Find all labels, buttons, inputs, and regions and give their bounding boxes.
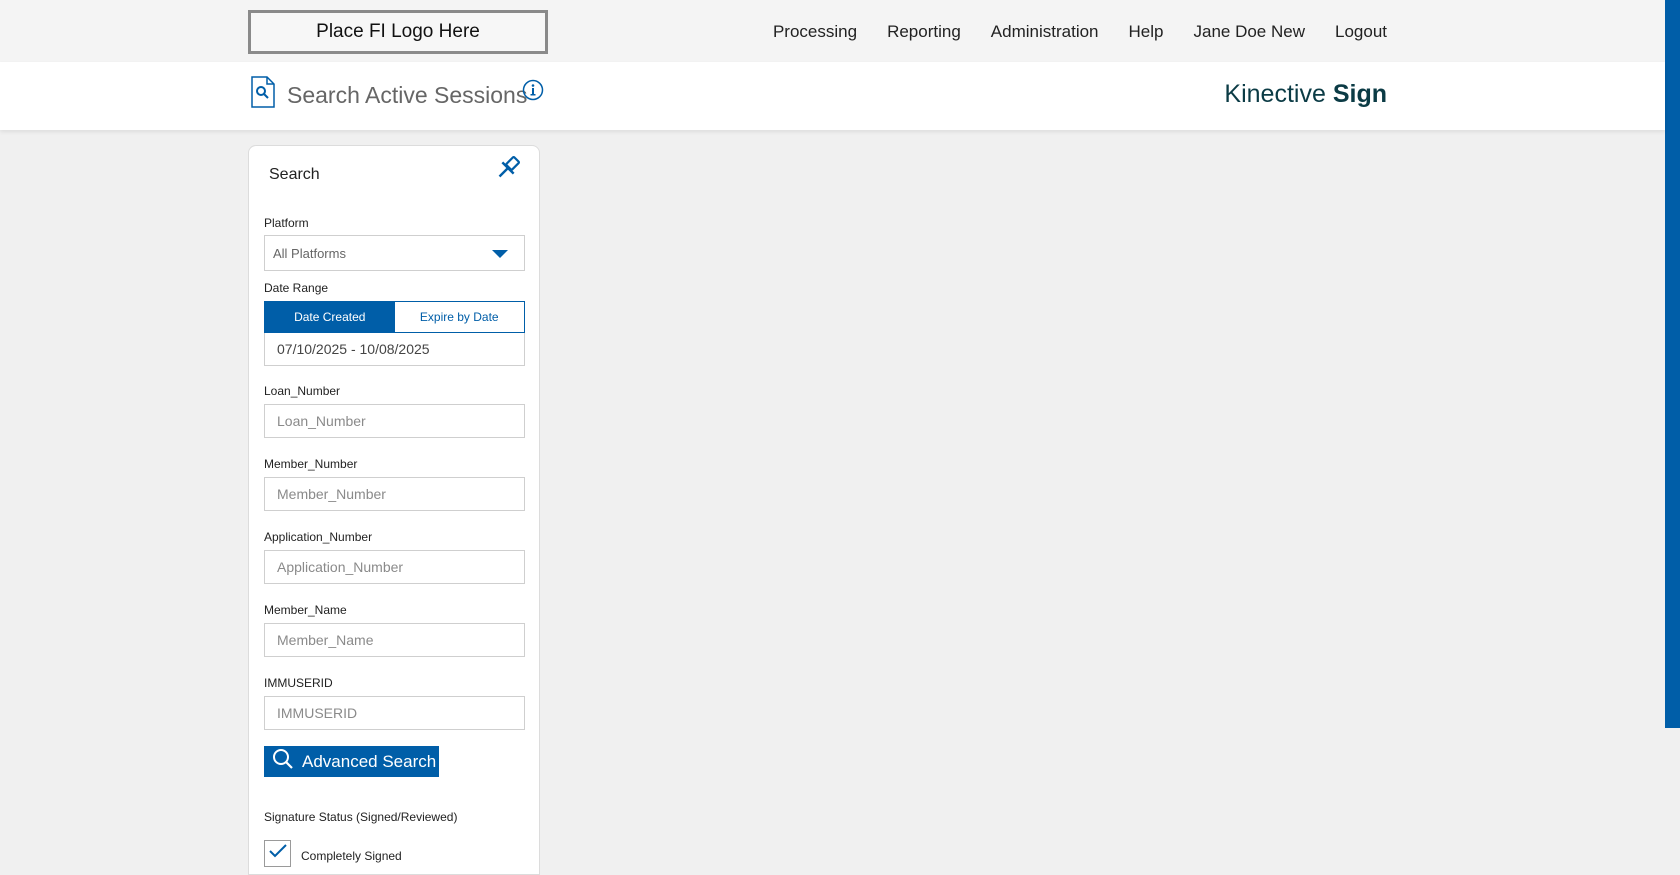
loan-number-input[interactable] (264, 404, 525, 438)
member-number-label: Member_Number (264, 457, 358, 471)
top-bar: Place FI Logo Here Processing Reporting … (0, 0, 1665, 62)
member-name-input[interactable] (264, 623, 525, 657)
page-title: Search Active Sessions (287, 82, 528, 108)
search-panel-title: Search (269, 166, 320, 183)
application-number-label: Application_Number (264, 530, 373, 544)
nav-administration[interactable]: Administration (991, 22, 1099, 42)
platform-select-value: All Platforms (273, 246, 346, 261)
pin-icon[interactable] (493, 153, 523, 188)
checkmark-icon (268, 844, 287, 863)
platform-label: Platform (264, 216, 309, 230)
search-icon (272, 748, 294, 775)
immuserid-input[interactable] (264, 696, 525, 730)
chevron-down-icon (492, 250, 508, 258)
advanced-search-label: Advanced Search (302, 751, 437, 771)
date-created-button[interactable]: Date Created (265, 302, 395, 332)
brand-name-light: Kinective (1224, 80, 1326, 108)
member-number-input[interactable] (264, 477, 525, 511)
info-icon[interactable] (522, 79, 544, 106)
platform-select[interactable]: All Platforms (264, 235, 525, 271)
date-type-toggle: Date Created Expire by Date (264, 301, 525, 333)
search-panel: Search Platform All Platforms Date Range… (248, 145, 540, 875)
nav-processing[interactable]: Processing (773, 22, 857, 42)
page-header: Search Active Sessions Kinective Sign (0, 62, 1665, 130)
expire-by-date-button[interactable]: Expire by Date (394, 302, 524, 332)
nav-help[interactable]: Help (1129, 22, 1164, 42)
date-range-input[interactable]: 07/10/2025 - 10/08/2025 (264, 333, 525, 366)
completely-signed-label: Completely Signed (301, 849, 402, 863)
signature-status-label: Signature Status (Signed/Reviewed) (264, 810, 458, 824)
member-name-label: Member_Name (264, 603, 347, 617)
document-search-icon (250, 76, 276, 113)
loan-number-label: Loan_Number (264, 384, 341, 398)
immuserid-label: IMMUSERID (264, 676, 333, 690)
application-number-input[interactable] (264, 550, 525, 584)
fi-logo-placeholder[interactable]: Place FI Logo Here (248, 10, 548, 54)
nav-reporting[interactable]: Reporting (887, 22, 961, 42)
main-nav: Processing Reporting Administration Help… (773, 22, 1387, 42)
date-range-label: Date Range (264, 281, 329, 295)
nav-user-menu[interactable]: Jane Doe New (1193, 22, 1305, 42)
brand-logo: Kinective Sign (1224, 80, 1387, 109)
brand-name-bold: Sign (1332, 80, 1387, 108)
scrollbar-thumb[interactable] (1665, 0, 1680, 728)
advanced-search-button[interactable]: Advanced Search (264, 746, 439, 777)
nav-logout[interactable]: Logout (1335, 22, 1387, 42)
